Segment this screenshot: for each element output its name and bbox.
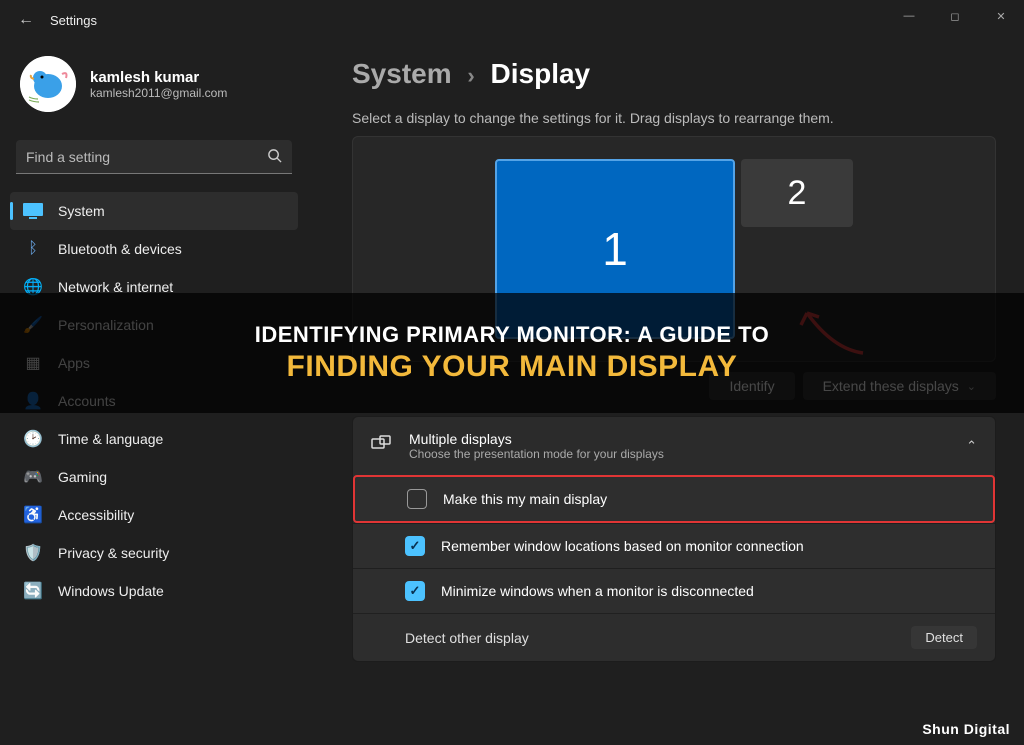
sidebar-item-label: Personalization — [58, 317, 154, 333]
sidebar-item-privacy[interactable]: 🛡️ Privacy & security — [10, 534, 298, 572]
minimize-checkbox[interactable] — [405, 581, 425, 601]
sidebar-item-network[interactable]: 🌐 Network & internet — [10, 268, 298, 306]
monitor-2[interactable]: 2 — [741, 159, 853, 227]
identify-button[interactable]: Identify — [709, 372, 794, 400]
avatar — [20, 56, 76, 112]
minimize-disconnected-option[interactable]: Minimize windows when a monitor is disco… — [353, 568, 995, 613]
extend-dropdown[interactable]: Extend these displays⌄ — [803, 372, 996, 400]
minimize-button[interactable]: — — [886, 0, 932, 32]
sidebar-item-system[interactable]: System — [10, 192, 298, 230]
displays-icon — [371, 435, 393, 458]
display-hint: Select a display to change the settings … — [352, 110, 996, 126]
chevron-right-icon: › — [467, 63, 474, 88]
nav-icon: 🎮 — [22, 466, 44, 488]
breadcrumb-parent[interactable]: System — [352, 58, 452, 89]
make-main-display-option[interactable]: Make this my main display — [353, 475, 995, 523]
search-icon — [267, 148, 282, 166]
annotation-arrow — [793, 305, 873, 355]
display-arrange-area[interactable]: 1 2 — [352, 136, 996, 362]
maximize-button[interactable]: ◻ — [932, 0, 978, 32]
sidebar-item-time[interactable]: 🕑 Time & language — [10, 420, 298, 458]
detect-display-option: Detect other display Detect — [353, 613, 995, 661]
nav-icon: ▦ — [22, 352, 44, 374]
nav-icon: ♿ — [22, 504, 44, 526]
nav-icon: 🕑 — [22, 428, 44, 450]
sidebar-item-label: System — [58, 203, 105, 219]
nav-icon: 👤 — [22, 390, 44, 412]
sidebar-item-personalization[interactable]: 🖌️ Personalization — [10, 306, 298, 344]
nav-icon: 🌐 — [22, 276, 44, 298]
sidebar-item-label: Apps — [58, 355, 90, 371]
back-button[interactable]: ← — [12, 11, 40, 29]
sidebar-item-label: Time & language — [58, 431, 163, 447]
close-button[interactable]: ✕ — [978, 0, 1024, 32]
sidebar-item-label: Network & internet — [58, 279, 173, 295]
chevron-up-icon[interactable]: ⌃ — [966, 438, 977, 454]
remember-locations-option[interactable]: Remember window locations based on monit… — [353, 523, 995, 568]
watermark: Shun Digital — [922, 721, 1010, 737]
search-box[interactable] — [16, 140, 292, 174]
nav-icon: ᛒ — [22, 238, 44, 260]
card-subtitle: Choose the presentation mode for your di… — [409, 447, 664, 461]
sidebar-item-apps[interactable]: ▦ Apps — [10, 344, 298, 382]
chevron-down-icon: ⌄ — [967, 380, 976, 393]
card-title: Multiple displays — [409, 431, 664, 447]
sidebar-item-bluetooth[interactable]: ᛒ Bluetooth & devices — [10, 230, 298, 268]
multiple-displays-card: Multiple displays Choose the presentatio… — [352, 416, 996, 662]
sidebar-item-label: Gaming — [58, 469, 107, 485]
sidebar-item-label: Accounts — [58, 393, 116, 409]
nav-icon — [22, 200, 44, 222]
sidebar-item-gaming[interactable]: 🎮 Gaming — [10, 458, 298, 496]
sidebar-item-label: Bluetooth & devices — [58, 241, 182, 257]
profile-email: kamlesh2011@gmail.com — [90, 86, 227, 100]
remember-checkbox[interactable] — [405, 536, 425, 556]
sidebar-item-accessibility[interactable]: ♿ Accessibility — [10, 496, 298, 534]
main-content: System › Display Select a display to cha… — [310, 40, 1024, 745]
make-main-checkbox[interactable] — [407, 489, 427, 509]
sidebar-item-label: Windows Update — [58, 583, 164, 599]
breadcrumb: System › Display — [352, 58, 996, 90]
window-title: Settings — [50, 13, 97, 28]
sidebar-item-label: Privacy & security — [58, 545, 169, 561]
sidebar-item-accounts[interactable]: 👤 Accounts — [10, 382, 298, 420]
nav-icon: 🖌️ — [22, 314, 44, 336]
nav-menu: System ᛒ Bluetooth & devices 🌐 Network & int… — [6, 192, 302, 610]
sidebar-item-label: Accessibility — [58, 507, 134, 523]
monitor-1[interactable]: 1 — [495, 159, 735, 339]
card-header[interactable]: Multiple displays Choose the presentatio… — [353, 417, 995, 475]
nav-icon: 🛡️ — [22, 542, 44, 564]
detect-button[interactable]: Detect — [911, 626, 977, 649]
profile-name: kamlesh kumar — [90, 69, 227, 86]
search-input[interactable] — [26, 149, 267, 165]
profile-card[interactable]: kamlesh kumar kamlesh2011@gmail.com — [6, 46, 302, 122]
sidebar-item-windows[interactable]: 🔄 Windows Update — [10, 572, 298, 610]
sidebar: kamlesh kumar kamlesh2011@gmail.com Syst… — [0, 40, 310, 745]
nav-icon: 🔄 — [22, 580, 44, 602]
breadcrumb-current: Display — [491, 58, 591, 89]
